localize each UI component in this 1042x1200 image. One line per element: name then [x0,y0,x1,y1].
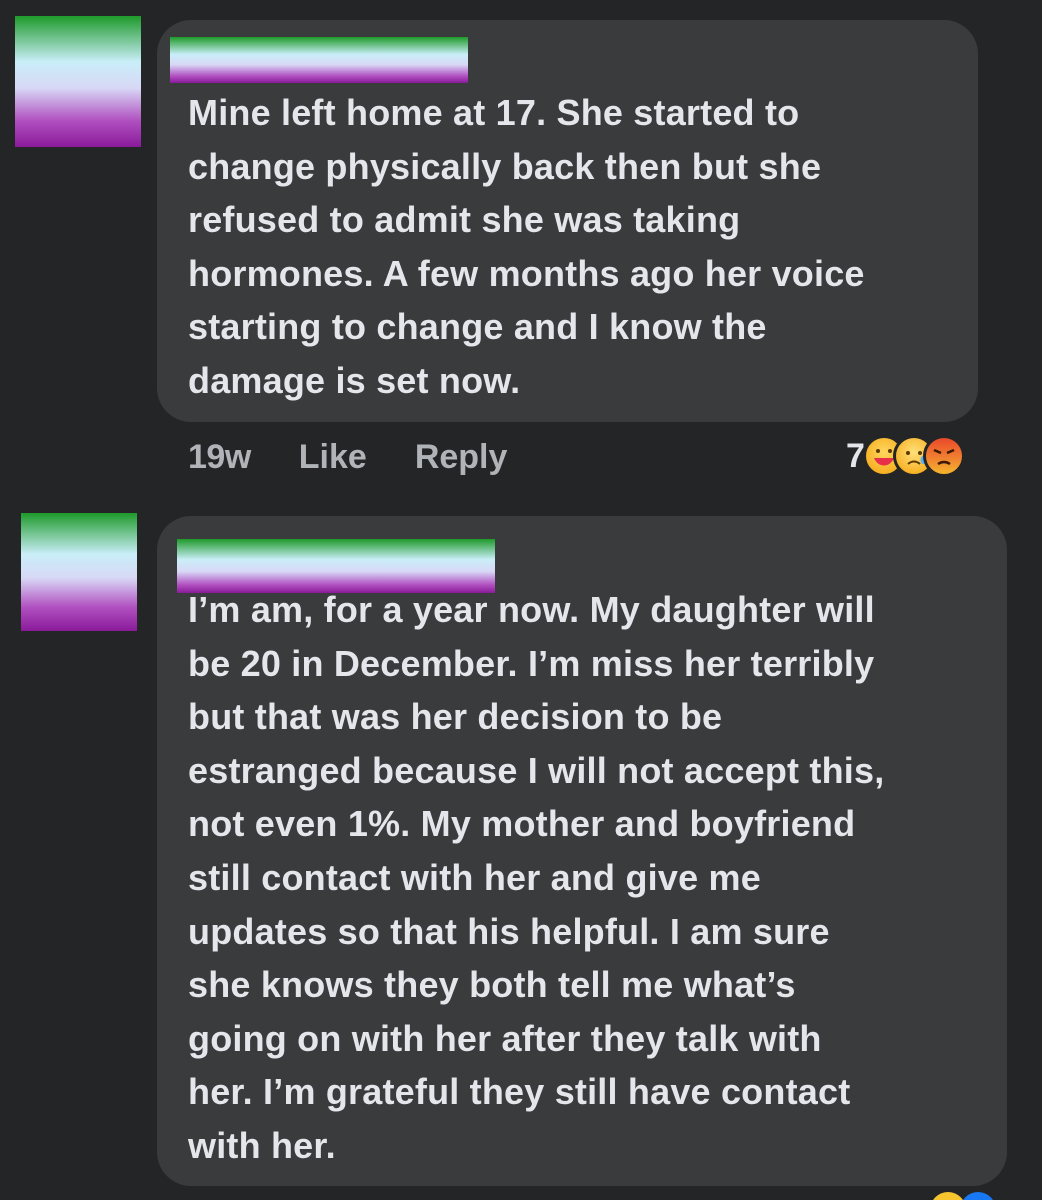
avatar[interactable] [15,16,141,147]
comment-actions: 19w Like Reply [188,437,507,477]
comment-timestamp[interactable]: 19w [188,438,251,477]
author-name-redacted[interactable] [170,37,468,83]
comments-thread: Mine left home at 17. She started to cha… [0,0,1042,1200]
angry-emoji-icon [922,435,965,477]
like-button[interactable]: Like [299,438,367,477]
reaction-icon-peek [930,1192,966,1200]
reaction-icon-peek [960,1192,996,1200]
reaction-summary[interactable]: 7 [846,434,965,478]
comment-text: Mine left home at 17. She started to cha… [188,92,865,401]
reply-button[interactable]: Reply [415,438,508,477]
avatar[interactable] [21,513,137,631]
comment-text: I’m am, for a year now. My daughter will… [188,589,885,1166]
